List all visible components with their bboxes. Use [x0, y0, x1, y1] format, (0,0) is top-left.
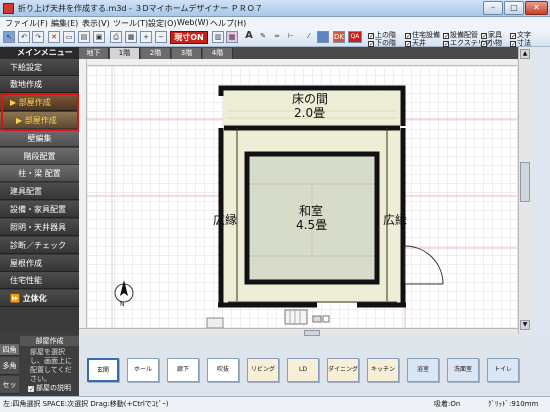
vertical-scroll-thumb[interactable] — [520, 162, 530, 202]
horizontal-scrollbar[interactable] — [79, 328, 518, 337]
sidebar-item-underlay[interactable]: 下絵設定 — [0, 59, 79, 76]
tab-floor-1[interactable]: 1階 — [110, 48, 140, 59]
part-atrium[interactable]: 吹抜 — [207, 358, 239, 382]
open-folder-icon[interactable]: ▤ — [78, 31, 90, 43]
part-kitchen[interactable]: キッチン — [367, 358, 399, 382]
room-explain-checkbox[interactable]: ✓ 部屋の説明 — [28, 383, 71, 393]
grid-icon[interactable]: ▦ — [125, 31, 137, 43]
sidebar-item-site[interactable]: 敷地作成 — [0, 76, 79, 93]
dk-icon[interactable]: DK — [333, 31, 345, 43]
mode-rect-button[interactable]: 四角 — [0, 344, 19, 356]
menu-file[interactable]: ファイル(F) — [5, 18, 48, 29]
horizontal-scroll-thumb[interactable] — [304, 330, 320, 336]
layer-icon[interactable]: ▦ — [226, 31, 238, 43]
parts-header: 部屋作成 — [20, 336, 79, 346]
room-size-tokonoma: 2.0畳 — [294, 106, 326, 120]
svg-text:N: N — [120, 301, 125, 308]
sidebar-item-diagnosis[interactable]: 診断／チェック — [0, 237, 79, 254]
room-label-tokonoma: 床の間 — [292, 92, 329, 106]
part-toilet[interactable]: トイレ — [487, 358, 519, 382]
main-menu-header: メインメニュー — [0, 47, 79, 59]
sidebar-item-3d[interactable]: ⏩ 立体化 — [0, 290, 79, 307]
display-checkboxes: ✓上の階 ✓下の階 ✓住宅設備 ✓天井 ✓設備配管 ✓エクステリア ✓家具 ✓小… — [368, 30, 518, 48]
menu-web[interactable]: Web(W) — [177, 18, 209, 27]
title-bar: 折り上げ天井を作成する.m3d - ３Dマイホームデザイナー ＰＲＯ７ – □ … — [0, 0, 550, 17]
snap-status: 吸着:On — [434, 400, 461, 408]
floor-tabs: 地下 1階 2階 3階 4階 — [79, 47, 518, 59]
part-living[interactable]: リビング — [247, 358, 279, 382]
part-hall[interactable]: ホール — [127, 358, 159, 382]
pen-icon[interactable]: ✎ — [257, 31, 269, 43]
print-icon[interactable]: ⎙ — [110, 31, 122, 43]
north-compass-icon: N — [114, 280, 134, 308]
save-icon[interactable]: ▣ — [93, 31, 105, 43]
sidebar-subitem-wall-edit[interactable]: 壁編集 — [0, 130, 79, 147]
right-edge-panel — [531, 47, 550, 337]
zoom-out-icon[interactable]: − — [155, 31, 167, 43]
floor-plan-canvas[interactable]: 床の間 2.0畳 和室 4.5畳 広縁 広縁 N — [87, 66, 517, 328]
room-label-engawa-right: 広縁 — [383, 213, 408, 227]
sidebar-item-lighting[interactable]: 照明・天井器具 — [0, 219, 79, 236]
redo-icon[interactable]: ↷ — [32, 31, 44, 43]
dimension-icon[interactable]: ⊢ — [285, 31, 297, 43]
grid-status: ｸﾞﾘｯﾄﾞ:910mm — [488, 400, 539, 408]
toolbar: ↖ ↶ ↷ ✕ ▭ ▤ ▣ ⎙ ▦ + − 現寸ON ▥ ▦ A ✎ ═ ⊢ ⁄… — [0, 29, 550, 48]
tab-floor-2[interactable]: 2階 — [141, 48, 171, 59]
sidebar-subitem-pillar-beam[interactable]: 柱・梁 配置 — [0, 165, 79, 182]
tab-floor-3[interactable]: 3階 — [172, 48, 202, 59]
sidebar-item-roof[interactable]: 屋根作成 — [0, 255, 79, 272]
room-label-washitsu: 和室 — [299, 204, 324, 218]
fast-forward-icon: ⏩ — [10, 294, 23, 303]
highlight-box — [1, 93, 79, 131]
menu-tools[interactable]: ツール(T) — [113, 18, 148, 29]
menu-bar: ファイル(F) 編集(E) 表示(V) ツール(T) 設定(O) Web(W) … — [0, 17, 550, 29]
sidebar-item-fittings[interactable]: 建具配置 — [0, 183, 79, 200]
text-icon[interactable]: A — [243, 31, 255, 43]
part-corridor[interactable]: 廊下 — [167, 358, 199, 382]
select-icon[interactable]: ↖ — [3, 31, 15, 43]
ruler-top — [87, 59, 517, 66]
part-bathroom[interactable]: 浴室 — [407, 358, 439, 382]
menu-settings[interactable]: 設定(O) — [148, 18, 177, 29]
line-icon[interactable]: ═ — [271, 31, 283, 43]
tab-floor-4[interactable]: 4階 — [203, 48, 233, 59]
vertical-scrollbar[interactable]: ▲ ▼ — [518, 47, 531, 334]
parts-description: 部屋を選択し、画面上に配置してください。 — [30, 348, 72, 383]
room-size-washitsu: 4.5畳 — [296, 218, 328, 232]
part-ld[interactable]: LD — [287, 358, 319, 382]
room-label-engawa-left: 広縁 — [213, 213, 238, 227]
qa-icon[interactable]: QA — [348, 31, 362, 43]
window-icon[interactable]: ▥ — [212, 31, 224, 43]
delete-icon[interactable]: ✕ — [48, 31, 60, 43]
menu-view[interactable]: 表示(V) — [82, 18, 110, 29]
app-icon — [3, 3, 14, 14]
brush-icon[interactable]: ⁄ — [303, 31, 315, 43]
part-dining[interactable]: ダイニング — [327, 358, 359, 382]
close-button[interactable]: ✕ — [525, 1, 548, 15]
maximize-button[interactable]: □ — [504, 1, 524, 15]
mode-polygon-button[interactable]: 多角 — [0, 357, 19, 375]
sidebar-item-performance[interactable]: 住宅性能 — [0, 272, 79, 289]
undo-icon[interactable]: ↶ — [18, 31, 30, 43]
scroll-up-icon[interactable]: ▲ — [520, 49, 530, 59]
part-washroom[interactable]: 洗面室 — [447, 358, 479, 382]
minimize-button[interactable]: – — [483, 1, 503, 15]
mode-set-button[interactable]: セット — [0, 376, 19, 407]
status-message: 左:四角選択 SPACE:次選択 Drag:移動(+Ctrlでｺﾋﾟｰ) — [3, 400, 169, 408]
part-genkan[interactable]: 玄関 — [87, 358, 119, 382]
blue-tool-icon[interactable] — [317, 31, 329, 43]
menu-help[interactable]: ヘルプ(H) — [210, 18, 246, 29]
scroll-down-icon[interactable]: ▼ — [520, 320, 530, 330]
menu-edit[interactable]: 編集(E) — [51, 18, 78, 29]
window-title: 折り上げ天井を作成する.m3d - ３Dマイホームデザイナー ＰＲＯ７ — [18, 4, 263, 13]
new-file-icon[interactable]: ▭ — [63, 31, 75, 43]
tab-basement[interactable]: 地下 — [79, 48, 109, 59]
sidebar-subitem-stairs[interactable]: 階段配置 — [0, 148, 79, 165]
sidebar-item-equipment-furniture[interactable]: 設備・家具配置 — [0, 201, 79, 218]
zoom-in-icon[interactable]: + — [140, 31, 152, 43]
real-size-button[interactable]: 現寸ON — [170, 31, 208, 44]
ruler-left — [79, 59, 87, 328]
